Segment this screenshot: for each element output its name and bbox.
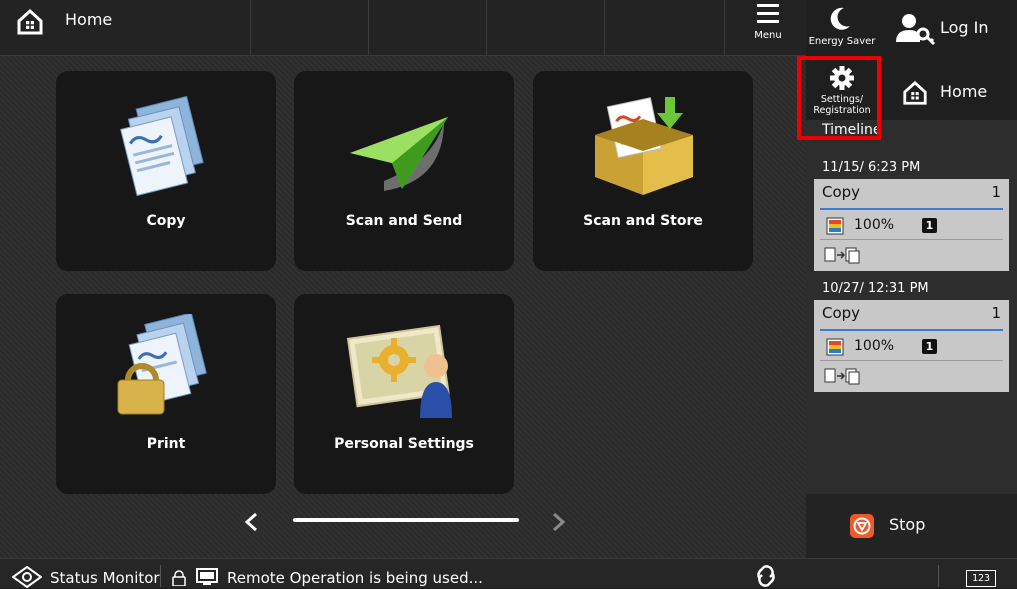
log-in-label: Log In — [940, 18, 989, 37]
tab-divider — [250, 0, 251, 55]
moon-icon — [830, 7, 850, 30]
color-mode-icon — [826, 217, 844, 235]
job-zoom: 100% — [854, 217, 895, 233]
tile-print[interactable]: Print — [56, 294, 276, 494]
home-button-label: Home — [940, 82, 988, 101]
status-bar: Status Monitor Remote Operation is being… — [0, 558, 1017, 588]
tile-label: Copy — [146, 213, 186, 229]
job-divider — [820, 239, 1003, 240]
paper-plane-icon — [350, 117, 448, 191]
menu-button[interactable]: Menu — [749, 0, 787, 55]
previous-page-icon[interactable] — [242, 512, 262, 532]
home-icon — [903, 80, 927, 105]
lock-icon — [172, 570, 186, 586]
page-indicator — [293, 518, 519, 522]
highlight-box — [797, 56, 881, 140]
job-divider — [820, 360, 1003, 361]
stop-label: Stop — [889, 515, 926, 534]
top-bar: Home Menu — [0, 0, 806, 56]
home-tab-label: Home — [65, 10, 113, 29]
log-in-button[interactable]: Log In — [878, 0, 1017, 58]
copy-icon — [120, 95, 204, 197]
copies-badge: 1 — [922, 218, 937, 233]
job-card[interactable]: Copy 1 100% 1 — [814, 300, 1009, 392]
job-card[interactable]: Copy 1 100% 1 — [814, 179, 1009, 271]
job-date: 11/15/ 6:23 PM — [822, 160, 921, 175]
side-top-bar: Energy Saver Log In — [806, 0, 1017, 58]
app-grid: Copy Scan and Send Scan and Store Print … — [0, 56, 806, 558]
next-page-icon[interactable] — [548, 512, 568, 532]
status-divider — [938, 565, 939, 587]
job-underline — [820, 329, 1003, 331]
home-button[interactable]: Home — [878, 58, 1017, 120]
home-icon — [17, 8, 43, 35]
tile-label: Scan and Send — [345, 213, 463, 229]
job-name: Copy — [822, 183, 861, 201]
connection-icon[interactable] — [752, 563, 780, 589]
personal-settings-icon — [346, 324, 452, 418]
remote-operation-status: Remote Operation is being used... — [227, 569, 483, 587]
tile-copy[interactable]: Copy — [56, 71, 276, 271]
job-zoom: 100% — [854, 338, 895, 354]
job-count: 1 — [991, 304, 1001, 322]
tile-label: Scan and Store — [583, 213, 703, 229]
duplex-icon — [824, 247, 860, 264]
menu-label: Menu — [754, 30, 782, 41]
hamburger-icon — [757, 4, 779, 23]
tile-scan-and-send[interactable]: Scan and Send — [294, 71, 514, 271]
remote-monitor-icon — [196, 568, 218, 585]
tab-divider — [368, 0, 369, 55]
job-underline — [820, 208, 1003, 210]
tile-label: Print — [146, 436, 186, 452]
energy-saver-label: Energy Saver — [808, 36, 876, 47]
tab-divider — [486, 0, 487, 55]
home-tab[interactable]: Home — [0, 0, 250, 55]
status-divider — [160, 565, 161, 587]
tab-divider — [724, 0, 725, 55]
stop-button[interactable]: Stop — [806, 494, 1017, 558]
tab-divider — [604, 0, 605, 55]
color-mode-icon — [826, 338, 844, 356]
duplex-icon — [824, 368, 860, 385]
copies-badge: 1 — [922, 339, 937, 354]
tile-label: Personal Settings — [334, 436, 474, 452]
job-date: 10/27/ 12:31 PM — [822, 281, 929, 296]
energy-saver-button[interactable]: Energy Saver — [806, 0, 878, 58]
job-name: Copy — [822, 304, 861, 322]
status-monitor-button[interactable]: Status Monitor — [50, 569, 160, 587]
box-icon — [595, 97, 693, 195]
tile-scan-and-store[interactable]: Scan and Store — [533, 71, 753, 271]
job-count: 1 — [991, 183, 1001, 201]
status-monitor-icon[interactable] — [12, 566, 42, 588]
keypad-button[interactable]: 123 — [966, 570, 996, 587]
print-lock-icon — [117, 314, 207, 415]
stop-icon — [850, 514, 874, 538]
tile-personal-settings[interactable]: Personal Settings — [294, 294, 514, 494]
user-key-icon — [896, 14, 936, 46]
